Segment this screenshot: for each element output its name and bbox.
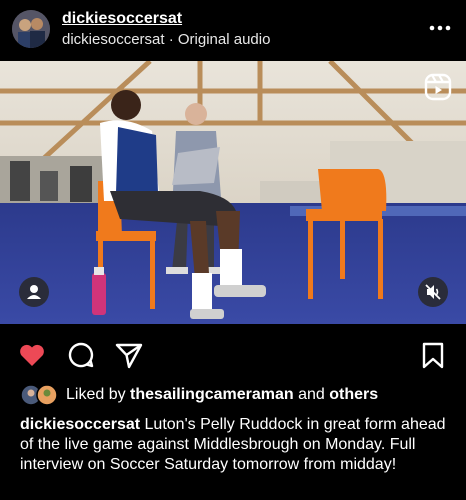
liked-by-prefix: Liked by — [66, 386, 126, 403]
post-actions-bar — [0, 334, 466, 374]
comment-icon[interactable] — [66, 340, 96, 370]
liked-by-connector: and — [298, 386, 325, 403]
share-icon[interactable] — [114, 340, 144, 370]
user-tag-icon — [27, 285, 41, 299]
user-tag-button[interactable] — [19, 277, 49, 307]
reel-video[interactable] — [0, 61, 466, 324]
profile-avatar[interactable] — [12, 10, 50, 48]
caption-username[interactable]: dickiesoccersat — [20, 416, 140, 433]
mute-toggle-button[interactable] — [418, 277, 448, 307]
subtitle-separator: · — [168, 31, 174, 48]
post-subtitle: dickiesoccersat · Original audio — [62, 31, 270, 48]
liked-by-others[interactable]: others — [329, 386, 378, 403]
video-frame — [0, 61, 466, 324]
more-options-icon[interactable] — [428, 18, 452, 38]
avatar-image — [12, 10, 50, 48]
post-header: dickiesoccersat dickiesoccersat · Origin… — [0, 0, 466, 60]
post-caption: dickiesoccersat Luton's Pelly Ruddock in… — [20, 415, 450, 475]
liked-by-avatars[interactable] — [20, 384, 60, 406]
heart-icon[interactable] — [17, 340, 47, 370]
subtitle-username[interactable]: dickiesoccersat — [62, 31, 165, 48]
likes-summary: Liked by thesailingcameraman and others — [20, 384, 460, 406]
liked-by-text: Liked by thesailingcameraman and others — [66, 386, 378, 404]
reels-icon — [424, 73, 452, 101]
liked-by-user[interactable]: thesailingcameraman — [130, 386, 294, 403]
bookmark-icon[interactable] — [418, 340, 448, 370]
original-audio-link[interactable]: Original audio — [178, 31, 271, 48]
post-username[interactable]: dickiesoccersat — [62, 10, 182, 28]
muted-speaker-icon — [425, 284, 441, 300]
